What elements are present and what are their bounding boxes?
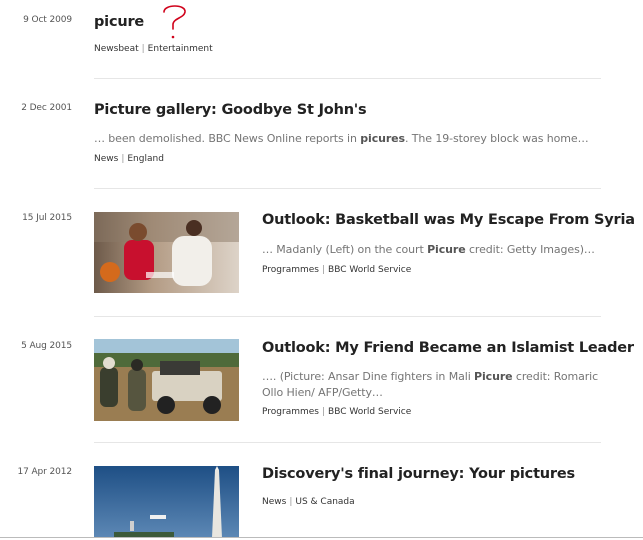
result-date: 5 Aug 2015 [21, 341, 72, 351]
result-subsection-link[interactable]: US & Canada [295, 497, 354, 507]
result-section-link[interactable]: News [94, 154, 118, 164]
page-bottom-edge [0, 537, 643, 538]
snippet-highlight: picures [360, 132, 405, 145]
result-meta: Programmes | BBC World Service [262, 407, 412, 417]
snippet-highlight: Picure [474, 370, 513, 383]
result-meta: News | England [94, 154, 164, 164]
result-subsection-link[interactable]: BBC World Service [328, 407, 411, 417]
result-title-link[interactable]: Outlook: My Friend Became an Islamist Le… [262, 340, 634, 356]
result-section-link[interactable]: Programmes [262, 407, 319, 417]
result-divider [94, 316, 601, 317]
result-thumbnail-image[interactable] [94, 466, 239, 538]
result-title-link[interactable]: Picture gallery: Goodbye St John's [94, 102, 367, 118]
result-meta: News | US & Canada [262, 497, 355, 507]
result-subsection-link[interactable]: England [127, 154, 164, 164]
result-subsection-link[interactable]: BBC World Service [328, 265, 411, 275]
result-section-link[interactable]: Programmes [262, 265, 319, 275]
result-snippet: … Madanly (Left) on the court Picure cre… [262, 242, 607, 258]
question-mark-annotation [160, 2, 190, 46]
result-section-link[interactable]: Newsbeat [94, 44, 139, 54]
result-date: 9 Oct 2009 [23, 15, 72, 25]
result-snippet: … been demolished. BBC News Online repor… [94, 131, 604, 147]
result-divider [94, 78, 601, 79]
result-date: 2 Dec 2001 [21, 103, 72, 113]
snippet-highlight: Picure [427, 243, 466, 256]
result-thumbnail-image[interactable] [94, 212, 239, 293]
result-divider [94, 442, 601, 443]
question-mark-icon [163, 5, 186, 39]
snippet-text: . The 19-storey block was home… [405, 132, 589, 145]
snippet-text: …. (Picture: Ansar Dine fighters in Mali [262, 370, 475, 383]
result-thumbnail-image[interactable] [94, 339, 239, 421]
snippet-text: credit: Getty Images)… [465, 243, 595, 256]
snippet-text: … been demolished. BBC News Online repor… [94, 132, 361, 145]
result-date: 17 Apr 2012 [17, 467, 72, 477]
result-title-link[interactable]: Outlook: Basketball was My Escape From S… [262, 212, 635, 228]
result-meta: Programmes | BBC World Service [262, 265, 412, 275]
result-snippet: …. (Picture: Ansar Dine fighters in Mali… [262, 369, 607, 401]
result-title-link[interactable]: picure [94, 14, 144, 30]
snippet-text: … Madanly (Left) on the court [262, 243, 428, 256]
result-date: 15 Jul 2015 [22, 213, 72, 223]
result-section-link[interactable]: News [262, 497, 286, 507]
result-meta: Newsbeat | Entertainment [94, 44, 213, 54]
result-divider [94, 188, 601, 189]
result-title-link[interactable]: Discovery's final journey: Your pictures [262, 466, 575, 482]
